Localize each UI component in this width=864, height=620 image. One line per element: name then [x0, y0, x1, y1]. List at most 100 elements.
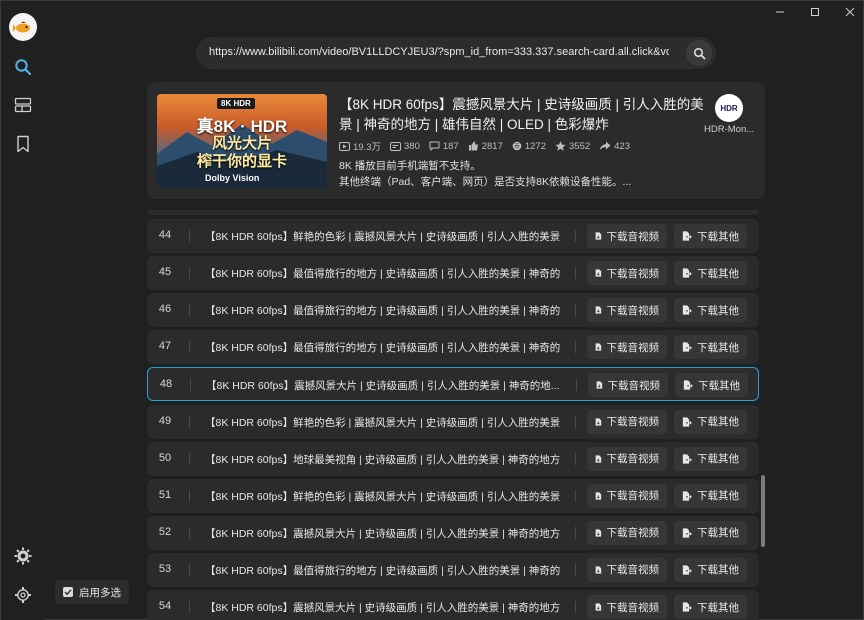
- episode-number: 54: [158, 600, 172, 612]
- stat-shares: 423: [599, 141, 630, 152]
- export-file-icon: [682, 416, 692, 427]
- url-bar: https://www.bilibili.com/video/BV1LLDCYJ…: [196, 37, 716, 69]
- download-av-label: 下载音视频: [606, 527, 660, 540]
- download-av-label: 下载音视频: [606, 230, 660, 243]
- close-button[interactable]: [835, 3, 864, 21]
- theme-button[interactable]: [11, 544, 35, 568]
- episode-row[interactable]: 47 【8K HDR 60fps】最值得旅行的地方 | 史诗级画质 | 引人入胜的…: [147, 330, 759, 365]
- sidebar: [1, 1, 45, 620]
- episode-row[interactable]: 51 【8K HDR 60fps】鲜艳的色彩 | 震撼风景大片 | 史诗级画质 |…: [147, 478, 759, 513]
- download-av-button[interactable]: 下载音视频: [587, 520, 667, 545]
- search-icon: [15, 59, 32, 76]
- row-divider: [575, 267, 576, 280]
- download-av-button[interactable]: 下载音视频: [588, 373, 668, 398]
- download-other-label: 下载其他: [697, 416, 739, 428]
- bookmark-icon: [17, 135, 29, 153]
- download-other-label: 下载其他: [697, 601, 739, 614]
- download-av-label: 下载音视频: [606, 601, 660, 614]
- download-av-button[interactable]: 下载音视频: [587, 335, 667, 360]
- video-description-line2: 其他终端（Pad、客户端、网页）是否支持8K依赖设备性能。...: [339, 176, 632, 188]
- download-av-button[interactable]: 下载音视频: [587, 557, 667, 582]
- episode-row[interactable]: 46 【8K HDR 60fps】最值得旅行的地方 | 史诗级画质 | 引人入胜的…: [147, 293, 759, 328]
- download-av-label: 下载音视频: [606, 490, 660, 503]
- episode-row[interactable]: 52 【8K HDR 60fps】震撼风景大片 | 史诗级画质 | 引人入胜的美景…: [147, 515, 759, 550]
- download-other-button[interactable]: 下载其他: [674, 483, 747, 508]
- download-file-icon: [595, 232, 602, 240]
- row-divider: [189, 341, 190, 354]
- episode-row[interactable]: 54 【8K HDR 60fps】震撼风景大片 | 史诗级画质 | 引人入胜的美景…: [147, 590, 759, 620]
- episode-title: 【8K HDR 60fps】最值得旅行的地方 | 史诗级画质 | 引人入胜的美景…: [205, 564, 561, 577]
- export-file-icon: [682, 491, 692, 501]
- download-other-button[interactable]: 下载其他: [674, 446, 747, 471]
- download-file-icon: [595, 455, 602, 463]
- video-info-card: 8K HDR 真8K · HDR 风光大片 榨干你的显卡 Dolby Visio…: [147, 82, 765, 199]
- comment-icon: [429, 141, 440, 151]
- episode-number: 46: [158, 303, 172, 316]
- download-av-label: 下载音视频: [606, 341, 660, 354]
- row-divider: [575, 230, 576, 242]
- episode-number: 49: [158, 414, 172, 427]
- download-other-button[interactable]: 下载其他: [674, 224, 747, 248]
- stat-views-value: 19.3万: [353, 142, 381, 153]
- download-av-button[interactable]: 下载音视频: [587, 261, 667, 286]
- row-divider: [575, 601, 576, 613]
- download-other-button[interactable]: 下载其他: [674, 520, 747, 545]
- url-input[interactable]: https://www.bilibili.com/video/BV1LLDCYJ…: [209, 46, 669, 58]
- download-av-button[interactable]: 下载音视频: [587, 446, 667, 471]
- episode-row[interactable]: 44 【8K HDR 60fps】鲜艳的色彩 | 震撼风景大片 | 史诗级画质 |…: [147, 219, 759, 253]
- nav-search[interactable]: [11, 55, 35, 79]
- episode-row[interactable]: 50 【8K HDR 60fps】地球最美视角 | 史诗级画质 | 引人入胜的美景…: [147, 441, 759, 476]
- download-av-button[interactable]: 下载音视频: [587, 483, 667, 508]
- maximize-button[interactable]: [800, 3, 830, 21]
- download-av-button[interactable]: 下载音视频: [587, 409, 667, 434]
- download-other-label: 下载其他: [697, 564, 739, 577]
- episode-title: 【8K HDR 60fps】震撼风景大片 | 史诗级画质 | 引人入胜的美景 |…: [206, 380, 560, 393]
- download-av-label: 下载音视频: [606, 416, 660, 428]
- episode-row[interactable]: 49 【8K HDR 60fps】鲜艳的色彩 | 震撼风景大片 | 史诗级画质 |…: [147, 404, 759, 439]
- episode-row[interactable]: 53 【8K HDR 60fps】最值得旅行的地方 | 史诗级画质 | 引人入胜的…: [147, 552, 759, 587]
- nav-tasks[interactable]: [11, 93, 35, 117]
- download-other-button[interactable]: 下载其他: [674, 409, 747, 434]
- multi-select-checkbox[interactable]: [63, 587, 73, 597]
- episode-row[interactable]: 45 【8K HDR 60fps】最值得旅行的地方 | 史诗级画质 | 引人入胜的…: [147, 256, 759, 291]
- download-other-label: 下载其他: [697, 267, 739, 280]
- export-file-icon: [682, 231, 692, 241]
- download-other-button[interactable]: 下载其他: [674, 595, 747, 619]
- thumbnail-text-line3: 榨干你的显卡: [196, 153, 287, 170]
- download-av-button[interactable]: 下载音视频: [587, 595, 667, 619]
- share-icon: [599, 141, 611, 151]
- minimize-icon: [776, 11, 784, 13]
- download-other-button[interactable]: 下载其他: [675, 373, 748, 398]
- search-button[interactable]: [686, 40, 712, 66]
- episode-title: 【8K HDR 60fps】最值得旅行的地方 | 史诗级画质 | 引人入胜的美景…: [205, 342, 561, 355]
- download-other-button[interactable]: 下载其他: [674, 335, 747, 360]
- stat-coins: 币 1272: [512, 141, 546, 152]
- multi-select-toggle[interactable]: 启用多选: [55, 580, 129, 604]
- download-other-button[interactable]: 下载其他: [674, 298, 747, 323]
- download-av-button[interactable]: 下载音视频: [587, 298, 667, 323]
- video-thumbnail[interactable]: 8K HDR 真8K · HDR 风光大片 榨干你的显卡 Dolby Visio…: [157, 94, 327, 188]
- uploader-name[interactable]: HDR-Mon...: [704, 124, 754, 135]
- download-file-icon: [595, 492, 602, 500]
- settings-button[interactable]: [11, 583, 35, 607]
- download-file-icon: [596, 381, 603, 389]
- checkmark-icon: [64, 589, 72, 596]
- app-logo: [9, 13, 37, 41]
- download-other-button[interactable]: 下载其他: [674, 557, 747, 582]
- row-divider: [575, 304, 576, 317]
- download-file-icon: [595, 529, 602, 537]
- uploader-avatar[interactable]: HDR: [715, 94, 743, 122]
- list-scrollbar[interactable]: [761, 475, 765, 547]
- episode-row[interactable]: 48 【8K HDR 60fps】震撼风景大片 | 史诗级画质 | 引人入胜的美景…: [147, 367, 759, 402]
- download-av-button[interactable]: 下载音视频: [587, 224, 667, 248]
- danmaku-icon: [390, 141, 401, 151]
- nav-bookmarks[interactable]: [11, 132, 35, 156]
- download-other-label: 下载其他: [697, 490, 739, 503]
- download-av-label: 下载音视频: [607, 379, 661, 392]
- minimize-button[interactable]: [765, 3, 795, 21]
- episode-number: 48: [159, 378, 173, 391]
- row-divider: [576, 379, 577, 392]
- episode-number: 45: [158, 266, 172, 279]
- download-other-label: 下载其他: [697, 527, 739, 540]
- download-other-button[interactable]: 下载其他: [674, 261, 747, 286]
